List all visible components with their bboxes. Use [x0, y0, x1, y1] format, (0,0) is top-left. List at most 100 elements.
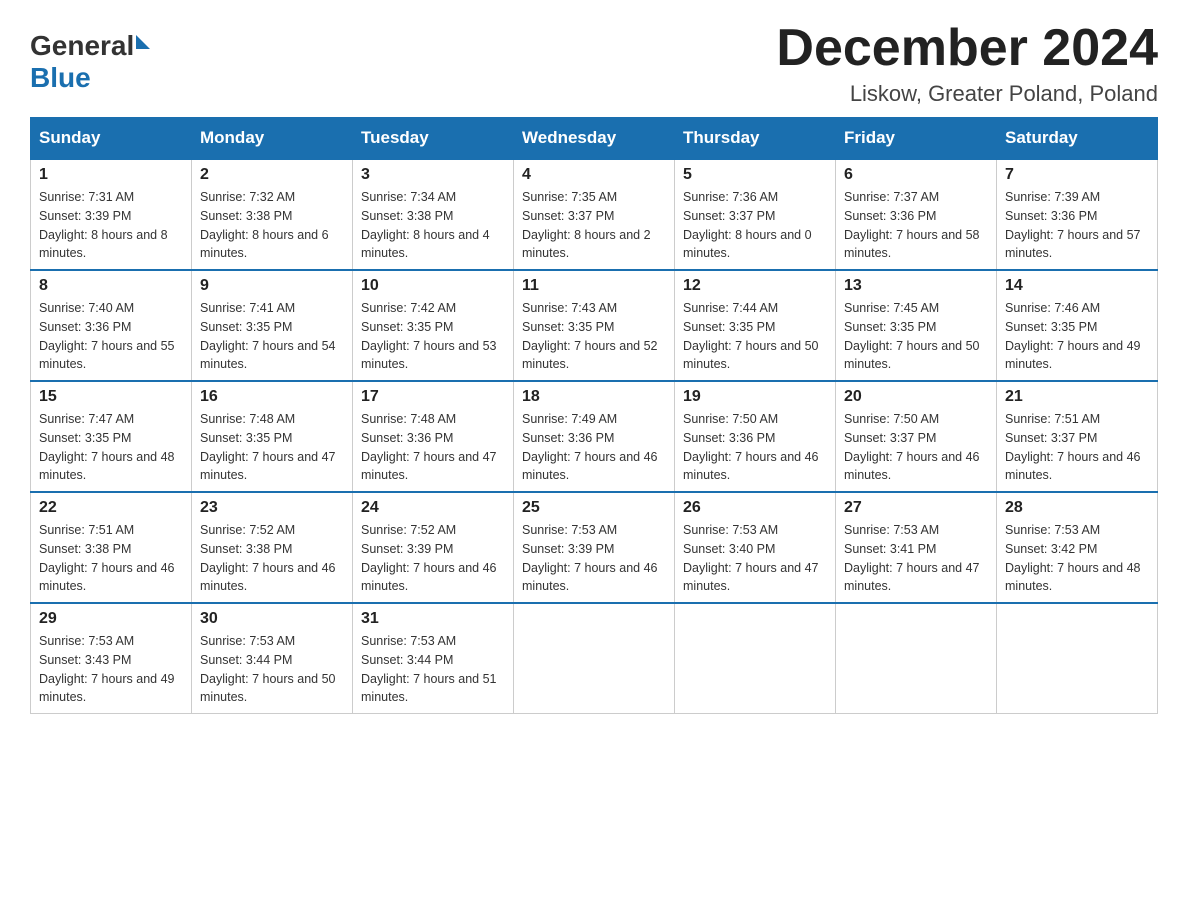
- weekday-header-thursday: Thursday: [675, 118, 836, 160]
- day-info: Sunrise: 7:48 AMSunset: 3:36 PMDaylight:…: [361, 410, 505, 485]
- day-number: 15: [39, 388, 183, 406]
- day-number: 8: [39, 277, 183, 295]
- day-number: 4: [522, 166, 666, 184]
- day-info: Sunrise: 7:51 AMSunset: 3:37 PMDaylight:…: [1005, 410, 1149, 485]
- day-number: 25: [522, 499, 666, 517]
- day-info: Sunrise: 7:53 AMSunset: 3:44 PMDaylight:…: [361, 632, 505, 707]
- weekday-header-sunday: Sunday: [31, 118, 192, 160]
- day-info: Sunrise: 7:53 AMSunset: 3:43 PMDaylight:…: [39, 632, 183, 707]
- day-info: Sunrise: 7:46 AMSunset: 3:35 PMDaylight:…: [1005, 299, 1149, 374]
- calendar-table: SundayMondayTuesdayWednesdayThursdayFrid…: [30, 117, 1158, 714]
- calendar-cell: 31 Sunrise: 7:53 AMSunset: 3:44 PMDayligh…: [353, 603, 514, 714]
- day-info: Sunrise: 7:36 AMSunset: 3:37 PMDaylight:…: [683, 188, 827, 263]
- day-number: 10: [361, 277, 505, 295]
- day-number: 6: [844, 166, 988, 184]
- day-info: Sunrise: 7:39 AMSunset: 3:36 PMDaylight:…: [1005, 188, 1149, 263]
- day-info: Sunrise: 7:37 AMSunset: 3:36 PMDaylight:…: [844, 188, 988, 263]
- week-row-3: 15 Sunrise: 7:47 AMSunset: 3:35 PMDayligh…: [31, 381, 1158, 492]
- calendar-title: December 2024: [776, 20, 1158, 77]
- day-number: 16: [200, 388, 344, 406]
- day-number: 12: [683, 277, 827, 295]
- day-info: Sunrise: 7:48 AMSunset: 3:35 PMDaylight:…: [200, 410, 344, 485]
- calendar-cell: 1 Sunrise: 7:31 AMSunset: 3:39 PMDaylight…: [31, 159, 192, 270]
- day-number: 9: [200, 277, 344, 295]
- calendar-cell: 10 Sunrise: 7:42 AMSunset: 3:35 PMDayligh…: [353, 270, 514, 381]
- day-info: Sunrise: 7:44 AMSunset: 3:35 PMDaylight:…: [683, 299, 827, 374]
- day-number: 2: [200, 166, 344, 184]
- day-info: Sunrise: 7:53 AMSunset: 3:42 PMDaylight:…: [1005, 521, 1149, 596]
- calendar-cell: 12 Sunrise: 7:44 AMSunset: 3:35 PMDayligh…: [675, 270, 836, 381]
- calendar-cell: 11 Sunrise: 7:43 AMSunset: 3:35 PMDayligh…: [514, 270, 675, 381]
- weekday-header-row: SundayMondayTuesdayWednesdayThursdayFrid…: [31, 118, 1158, 160]
- day-number: 3: [361, 166, 505, 184]
- day-info: Sunrise: 7:42 AMSunset: 3:35 PMDaylight:…: [361, 299, 505, 374]
- day-number: 31: [361, 610, 505, 628]
- calendar-cell: 20 Sunrise: 7:50 AMSunset: 3:37 PMDayligh…: [836, 381, 997, 492]
- calendar-cell: 15 Sunrise: 7:47 AMSunset: 3:35 PMDayligh…: [31, 381, 192, 492]
- calendar-cell: 25 Sunrise: 7:53 AMSunset: 3:39 PMDayligh…: [514, 492, 675, 603]
- day-number: 5: [683, 166, 827, 184]
- day-info: Sunrise: 7:31 AMSunset: 3:39 PMDaylight:…: [39, 188, 183, 263]
- calendar-cell: 2 Sunrise: 7:32 AMSunset: 3:38 PMDaylight…: [192, 159, 353, 270]
- day-info: Sunrise: 7:50 AMSunset: 3:36 PMDaylight:…: [683, 410, 827, 485]
- week-row-4: 22Sunrise: 7:51 AMSunset: 3:38 PMDayligh…: [31, 492, 1158, 603]
- weekday-header-friday: Friday: [836, 118, 997, 160]
- logo-general: General: [30, 30, 134, 62]
- weekday-header-saturday: Saturday: [997, 118, 1158, 160]
- page-header: General Blue December 2024 Liskow, Great…: [30, 20, 1158, 107]
- calendar-cell: 18 Sunrise: 7:49 AMSunset: 3:36 PMDayligh…: [514, 381, 675, 492]
- calendar-subtitle: Liskow, Greater Poland, Poland: [776, 81, 1158, 107]
- calendar-cell: [675, 603, 836, 714]
- title-block: December 2024 Liskow, Greater Poland, Po…: [776, 20, 1158, 107]
- calendar-cell: 7Sunrise: 7:39 AMSunset: 3:36 PMDaylight…: [997, 159, 1158, 270]
- day-number: 11: [522, 277, 666, 295]
- day-number: 28: [1005, 499, 1149, 517]
- calendar-cell: 13 Sunrise: 7:45 AMSunset: 3:35 PMDayligh…: [836, 270, 997, 381]
- logo-triangle-icon: [136, 35, 150, 49]
- day-info: Sunrise: 7:53 AMSunset: 3:44 PMDaylight:…: [200, 632, 344, 707]
- week-row-1: 1 Sunrise: 7:31 AMSunset: 3:39 PMDaylight…: [31, 159, 1158, 270]
- day-info: Sunrise: 7:53 AMSunset: 3:40 PMDaylight:…: [683, 521, 827, 596]
- calendar-cell: 21 Sunrise: 7:51 AMSunset: 3:37 PMDayligh…: [997, 381, 1158, 492]
- calendar-cell: 3Sunrise: 7:34 AMSunset: 3:38 PMDaylight…: [353, 159, 514, 270]
- day-info: Sunrise: 7:35 AMSunset: 3:37 PMDaylight:…: [522, 188, 666, 263]
- calendar-cell: 23 Sunrise: 7:52 AMSunset: 3:38 PMDayligh…: [192, 492, 353, 603]
- calendar-cell: 16 Sunrise: 7:48 AMSunset: 3:35 PMDayligh…: [192, 381, 353, 492]
- calendar-cell: [836, 603, 997, 714]
- day-info: Sunrise: 7:53 AMSunset: 3:39 PMDaylight:…: [522, 521, 666, 596]
- day-number: 19: [683, 388, 827, 406]
- day-number: 1: [39, 166, 183, 184]
- calendar-cell: [997, 603, 1158, 714]
- calendar-cell: 26Sunrise: 7:53 AMSunset: 3:40 PMDayligh…: [675, 492, 836, 603]
- calendar-cell: [514, 603, 675, 714]
- day-info: Sunrise: 7:40 AMSunset: 3:36 PMDaylight:…: [39, 299, 183, 374]
- day-number: 20: [844, 388, 988, 406]
- day-info: Sunrise: 7:52 AMSunset: 3:38 PMDaylight:…: [200, 521, 344, 596]
- day-number: 13: [844, 277, 988, 295]
- day-info: Sunrise: 7:32 AMSunset: 3:38 PMDaylight:…: [200, 188, 344, 263]
- day-number: 23: [200, 499, 344, 517]
- week-row-2: 8 Sunrise: 7:40 AMSunset: 3:36 PMDaylight…: [31, 270, 1158, 381]
- calendar-cell: 4 Sunrise: 7:35 AMSunset: 3:37 PMDaylight…: [514, 159, 675, 270]
- day-info: Sunrise: 7:45 AMSunset: 3:35 PMDaylight:…: [844, 299, 988, 374]
- calendar-cell: 27Sunrise: 7:53 AMSunset: 3:41 PMDayligh…: [836, 492, 997, 603]
- day-info: Sunrise: 7:50 AMSunset: 3:37 PMDaylight:…: [844, 410, 988, 485]
- day-number: 18: [522, 388, 666, 406]
- calendar-cell: 14Sunrise: 7:46 AMSunset: 3:35 PMDayligh…: [997, 270, 1158, 381]
- logo: General Blue: [30, 30, 150, 94]
- weekday-header-tuesday: Tuesday: [353, 118, 514, 160]
- calendar-cell: 29Sunrise: 7:53 AMSunset: 3:43 PMDayligh…: [31, 603, 192, 714]
- week-row-5: 29Sunrise: 7:53 AMSunset: 3:43 PMDayligh…: [31, 603, 1158, 714]
- day-number: 21: [1005, 388, 1149, 406]
- calendar-cell: 17Sunrise: 7:48 AMSunset: 3:36 PMDayligh…: [353, 381, 514, 492]
- day-info: Sunrise: 7:43 AMSunset: 3:35 PMDaylight:…: [522, 299, 666, 374]
- calendar-cell: 22Sunrise: 7:51 AMSunset: 3:38 PMDayligh…: [31, 492, 192, 603]
- day-info: Sunrise: 7:51 AMSunset: 3:38 PMDaylight:…: [39, 521, 183, 596]
- calendar-cell: 9Sunrise: 7:41 AMSunset: 3:35 PMDaylight…: [192, 270, 353, 381]
- calendar-cell: 28 Sunrise: 7:53 AMSunset: 3:42 PMDayligh…: [997, 492, 1158, 603]
- calendar-cell: 5 Sunrise: 7:36 AMSunset: 3:37 PMDaylight…: [675, 159, 836, 270]
- day-info: Sunrise: 7:47 AMSunset: 3:35 PMDaylight:…: [39, 410, 183, 485]
- calendar-cell: 6 Sunrise: 7:37 AMSunset: 3:36 PMDaylight…: [836, 159, 997, 270]
- day-info: Sunrise: 7:49 AMSunset: 3:36 PMDaylight:…: [522, 410, 666, 485]
- calendar-cell: 19 Sunrise: 7:50 AMSunset: 3:36 PMDayligh…: [675, 381, 836, 492]
